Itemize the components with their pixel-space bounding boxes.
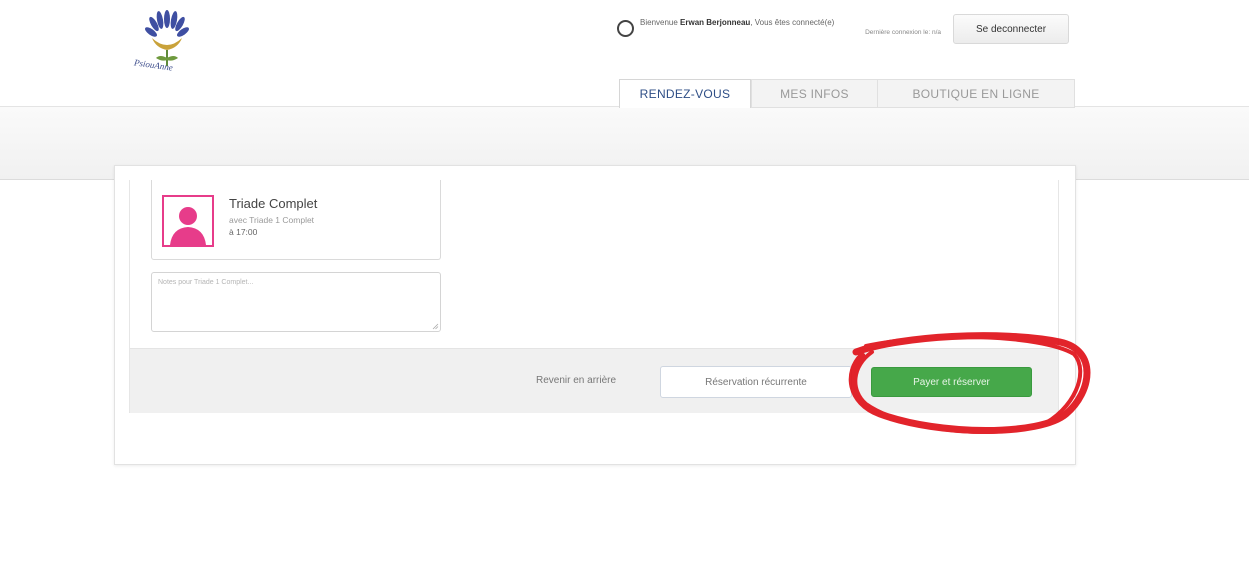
loading-spinner-icon [617, 20, 634, 37]
service-title: Triade Complet [229, 196, 318, 211]
pay-and-book-button[interactable]: Payer et réserver [871, 367, 1032, 397]
user-name: Erwan Berjonneau [680, 18, 751, 27]
tab-boutique-en-ligne[interactable]: BOUTIQUE EN LIGNE [878, 79, 1075, 108]
welcome-prefix: Bienvenue [640, 18, 678, 27]
user-avatar-icon [162, 195, 214, 247]
recurring-booking-button[interactable]: Réservation récurrente [660, 366, 852, 398]
resize-grip-icon[interactable] [432, 323, 439, 330]
service-time: à 17:00 [229, 227, 258, 237]
notes-textarea[interactable] [151, 272, 441, 332]
back-link[interactable]: Revenir en arrière [536, 375, 616, 386]
welcome-suffix: , Vous êtes connecté(e) [750, 18, 835, 27]
service-practitioner: avec Triade 1 Complet [229, 215, 315, 225]
logout-button[interactable]: Se deconnecter [953, 14, 1069, 44]
tab-rendez-vous[interactable]: RENDEZ-VOUS [619, 79, 751, 108]
tab-mes-infos[interactable]: MES INFOS [751, 79, 878, 108]
welcome-message: Bienvenue Erwan Berjonneau, Vous êtes co… [640, 18, 834, 27]
last-connection: Dernière connexion le: n/a [865, 29, 941, 36]
